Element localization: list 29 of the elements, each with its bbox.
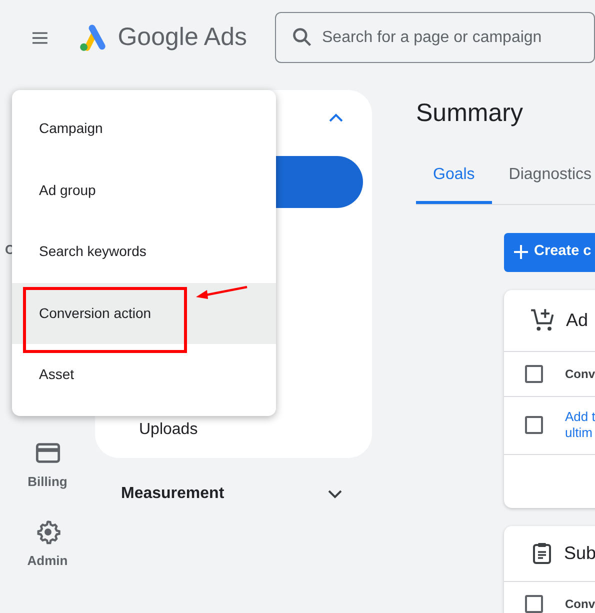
settings-icon[interactable] bbox=[34, 519, 60, 545]
checkbox[interactable] bbox=[525, 416, 543, 434]
nav-item[interactable]: Uploads bbox=[139, 418, 198, 442]
checkbox[interactable] bbox=[525, 594, 543, 612]
search-icon bbox=[291, 26, 313, 48]
link-text[interactable]: Add t ultim bbox=[565, 409, 595, 441]
cart-icon bbox=[530, 307, 556, 333]
nav-label[interactable]: Billing bbox=[28, 472, 68, 491]
card-title: Ad bbox=[566, 308, 588, 332]
menu-item[interactable]: Campaign bbox=[12, 98, 276, 160]
page-title: Summary bbox=[416, 98, 524, 129]
tab[interactable]: Diagnostics bbox=[492, 152, 595, 204]
row-text: Conv bbox=[565, 366, 595, 382]
card-title: Sub bbox=[564, 542, 595, 564]
checkbox[interactable] bbox=[525, 364, 543, 382]
create-button[interactable]: Create c bbox=[504, 232, 595, 272]
row-text: Conv bbox=[565, 596, 595, 612]
nav-label[interactable]: Admin bbox=[27, 551, 68, 570]
plus-icon bbox=[514, 245, 528, 259]
menu-item[interactable]: Ad group bbox=[12, 160, 276, 221]
menu-item[interactable]: Asset bbox=[12, 344, 276, 406]
section-label[interactable]: Measurement bbox=[121, 482, 224, 506]
search-field[interactable]: Search for a page or campaign bbox=[275, 12, 595, 63]
menu-item[interactable]: Conversion action bbox=[12, 282, 276, 344]
tab[interactable]: Goals bbox=[416, 152, 492, 204]
arrow bbox=[194, 284, 250, 300]
app-name: Google Ads bbox=[118, 22, 247, 53]
clipboard-icon bbox=[530, 541, 554, 565]
menu-item[interactable]: Search keywords bbox=[12, 221, 276, 282]
